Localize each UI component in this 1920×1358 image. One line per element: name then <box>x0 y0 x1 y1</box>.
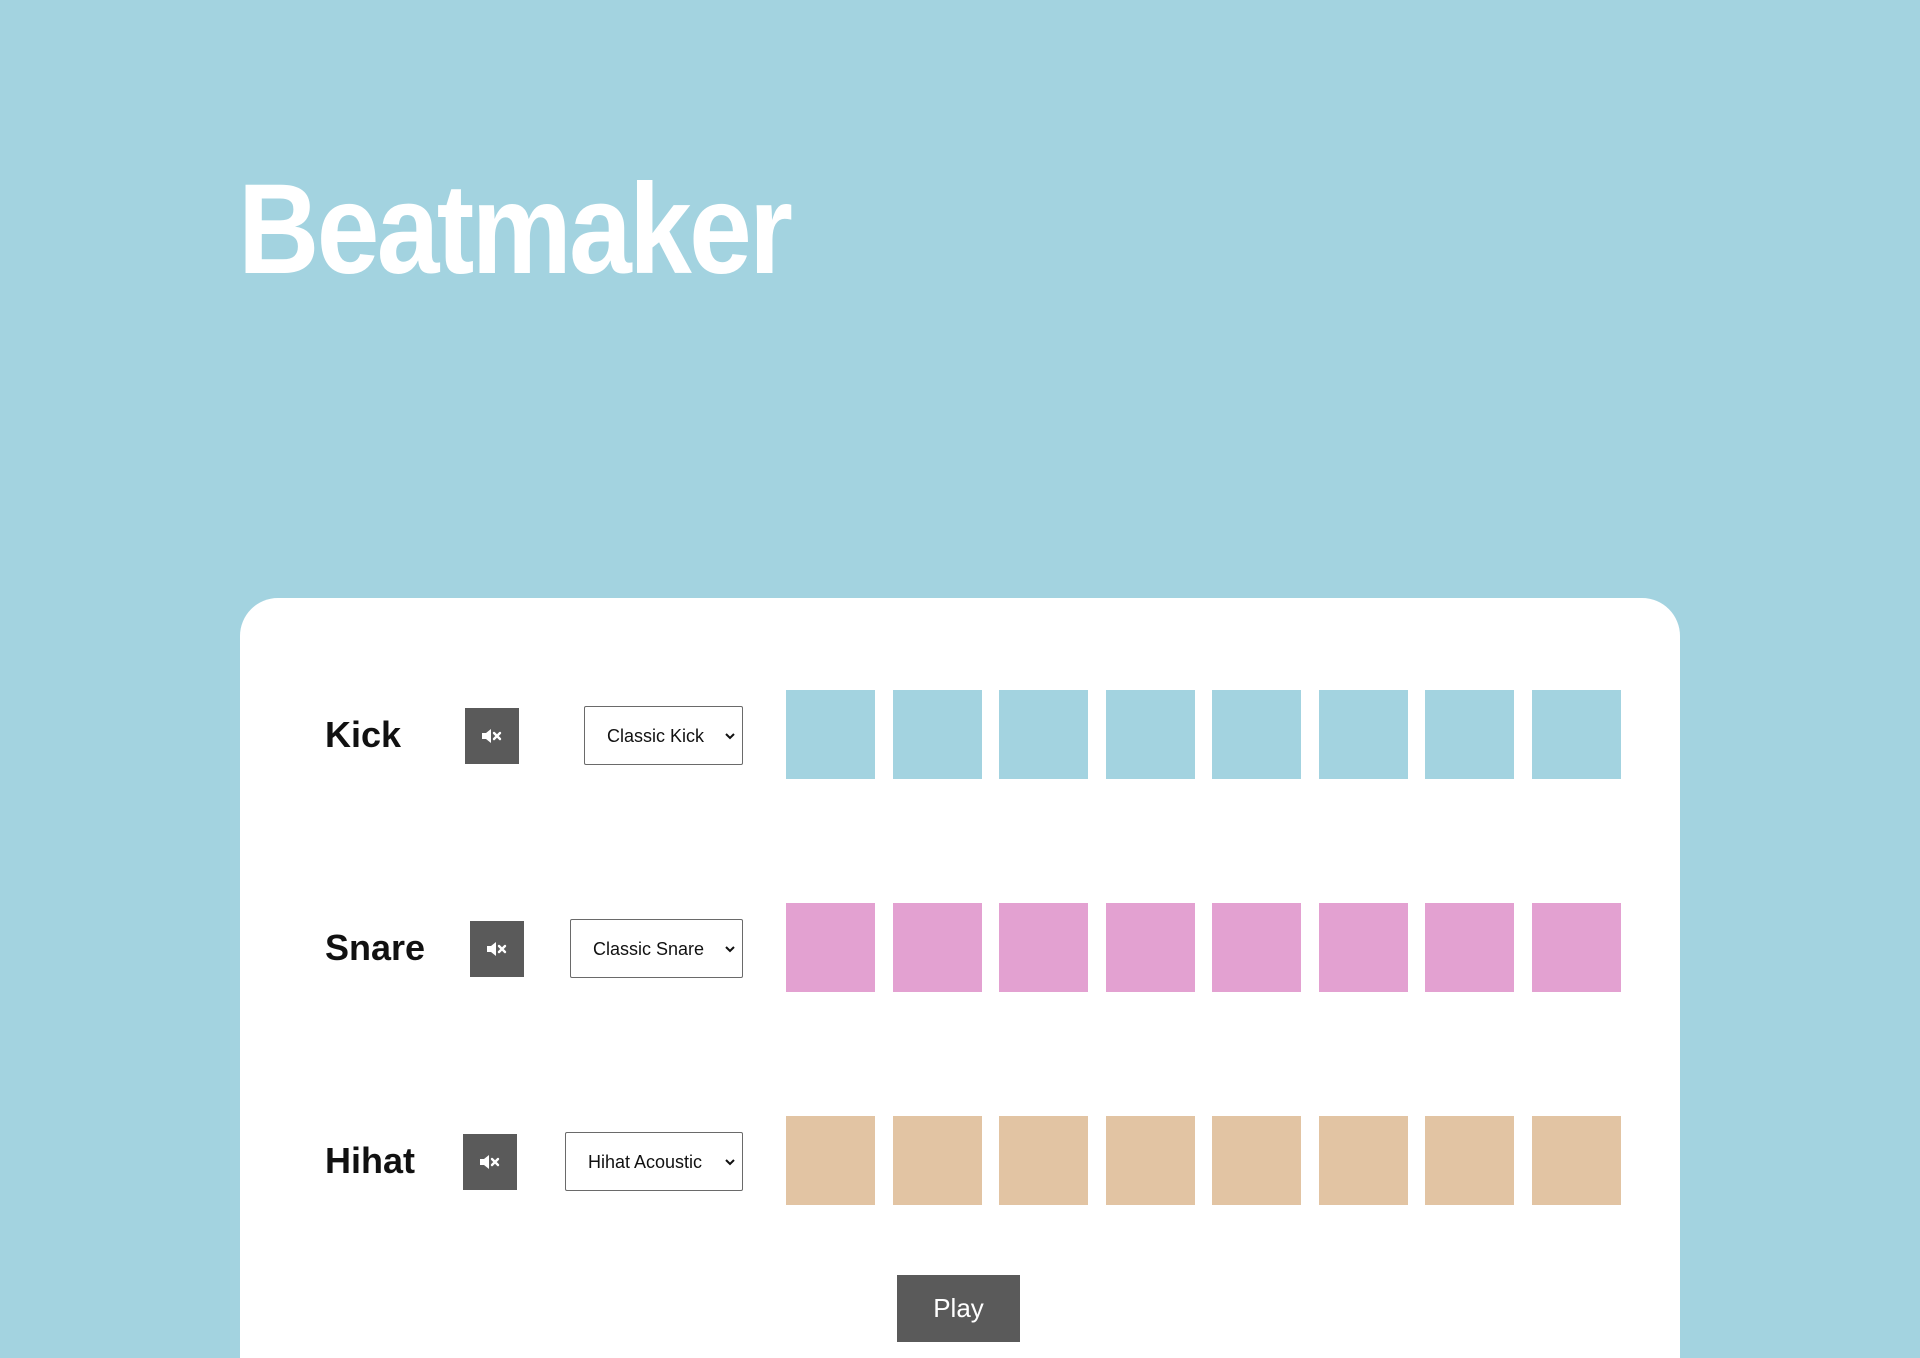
step-pad-kick-6[interactable] <box>1319 690 1408 779</box>
step-pad-snare-3[interactable] <box>999 903 1088 992</box>
play-button[interactable]: Play <box>897 1275 1020 1342</box>
track-row-snare: Snare Classic Snare <box>240 903 1680 993</box>
sequencer-panel: Kick Classic Kick Snare Classic Snare Hi… <box>240 598 1680 1358</box>
track-label-snare: Snare <box>325 927 426 968</box>
step-pad-kick-8[interactable] <box>1532 690 1621 779</box>
sound-select-snare[interactable]: Classic Snare <box>570 919 743 978</box>
step-pad-snare-2[interactable] <box>893 903 982 992</box>
step-pad-snare-4[interactable] <box>1106 903 1195 992</box>
step-pad-kick-4[interactable] <box>1106 690 1195 779</box>
step-pad-snare-5[interactable] <box>1212 903 1301 992</box>
step-pad-kick-7[interactable] <box>1425 690 1514 779</box>
track-row-hihat: Hihat Hihat Acoustic <box>240 1116 1680 1206</box>
volume-mute-icon <box>479 1154 501 1170</box>
track-row-kick: Kick Classic Kick <box>240 690 1680 780</box>
step-pad-kick-1[interactable] <box>786 690 875 779</box>
step-pad-kick-3[interactable] <box>999 690 1088 779</box>
step-pad-hihat-6[interactable] <box>1319 1116 1408 1205</box>
app-title: Beatmaker <box>238 158 793 301</box>
step-pad-hihat-2[interactable] <box>893 1116 982 1205</box>
step-pad-hihat-5[interactable] <box>1212 1116 1301 1205</box>
sound-select-kick[interactable]: Classic Kick <box>584 706 743 765</box>
track-label-kick: Kick <box>325 714 402 755</box>
step-pad-kick-2[interactable] <box>893 690 982 779</box>
volume-mute-icon <box>486 941 508 957</box>
step-pad-snare-6[interactable] <box>1319 903 1408 992</box>
mute-button-snare[interactable] <box>470 921 524 977</box>
step-pad-snare-1[interactable] <box>786 903 875 992</box>
track-label-hihat: Hihat <box>325 1140 415 1181</box>
step-pad-snare-7[interactable] <box>1425 903 1514 992</box>
mute-button-kick[interactable] <box>465 708 519 764</box>
step-pad-hihat-3[interactable] <box>999 1116 1088 1205</box>
sound-select-hihat[interactable]: Hihat Acoustic <box>565 1132 743 1191</box>
mute-button-hihat[interactable] <box>463 1134 517 1190</box>
volume-mute-icon <box>481 728 503 744</box>
step-pad-hihat-1[interactable] <box>786 1116 875 1205</box>
step-pad-hihat-7[interactable] <box>1425 1116 1514 1205</box>
step-pad-kick-5[interactable] <box>1212 690 1301 779</box>
step-pad-hihat-4[interactable] <box>1106 1116 1195 1205</box>
step-pad-hihat-8[interactable] <box>1532 1116 1621 1205</box>
step-pad-snare-8[interactable] <box>1532 903 1621 992</box>
